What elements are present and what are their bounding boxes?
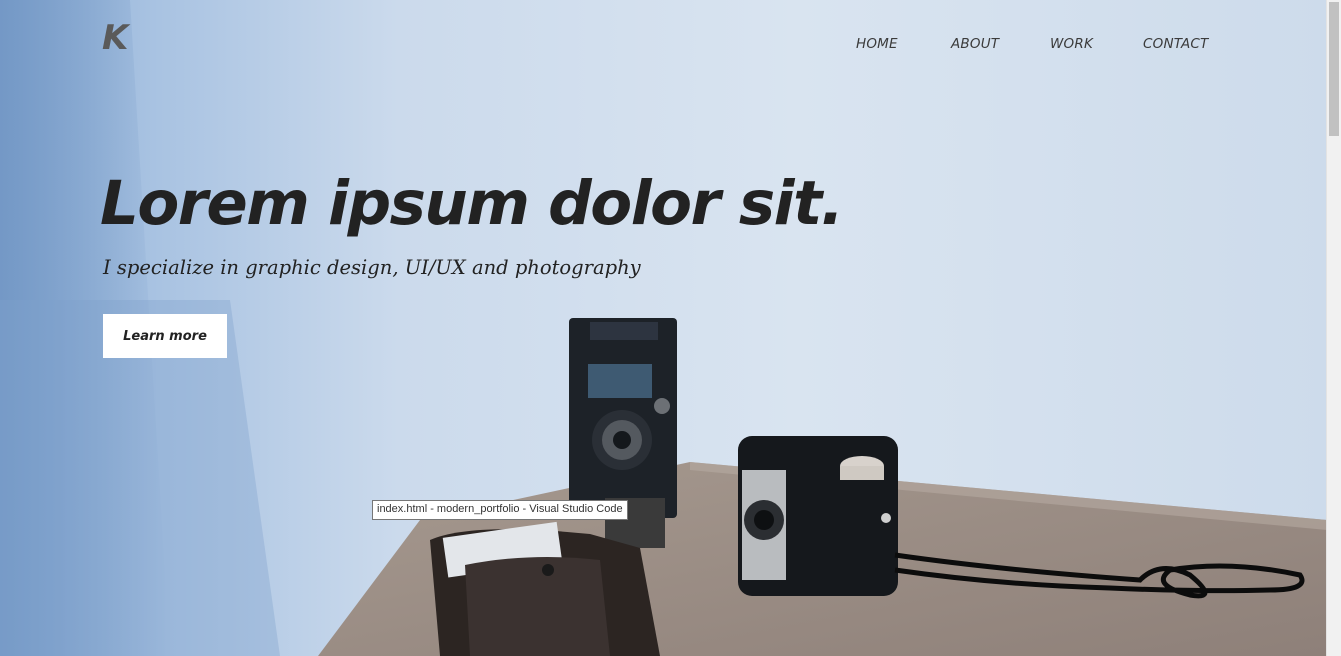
scrollbar-thumb[interactable] bbox=[1329, 2, 1339, 136]
nav-contact-link[interactable]: CONTACT bbox=[1143, 36, 1208, 52]
hero-subtitle: I specialize in graphic design, UI/UX an… bbox=[103, 256, 641, 279]
learn-more-button[interactable]: Learn more bbox=[103, 314, 227, 358]
nav-home-link[interactable]: HOME bbox=[856, 36, 898, 52]
vertical-scrollbar[interactable] bbox=[1326, 0, 1341, 656]
main-nav: HOME ABOUT WORK CONTACT bbox=[0, 36, 1327, 56]
portfolio-page: K HOME ABOUT WORK CONTACT Lorem ipsum do… bbox=[0, 0, 1341, 656]
nav-work-link[interactable]: WORK bbox=[1050, 36, 1093, 52]
nav-about-link[interactable]: ABOUT bbox=[951, 36, 999, 52]
hero-title: Lorem ipsum dolor sit. bbox=[100, 168, 844, 239]
window-title-tooltip: index.html - modern_portfolio - Visual S… bbox=[372, 500, 628, 520]
